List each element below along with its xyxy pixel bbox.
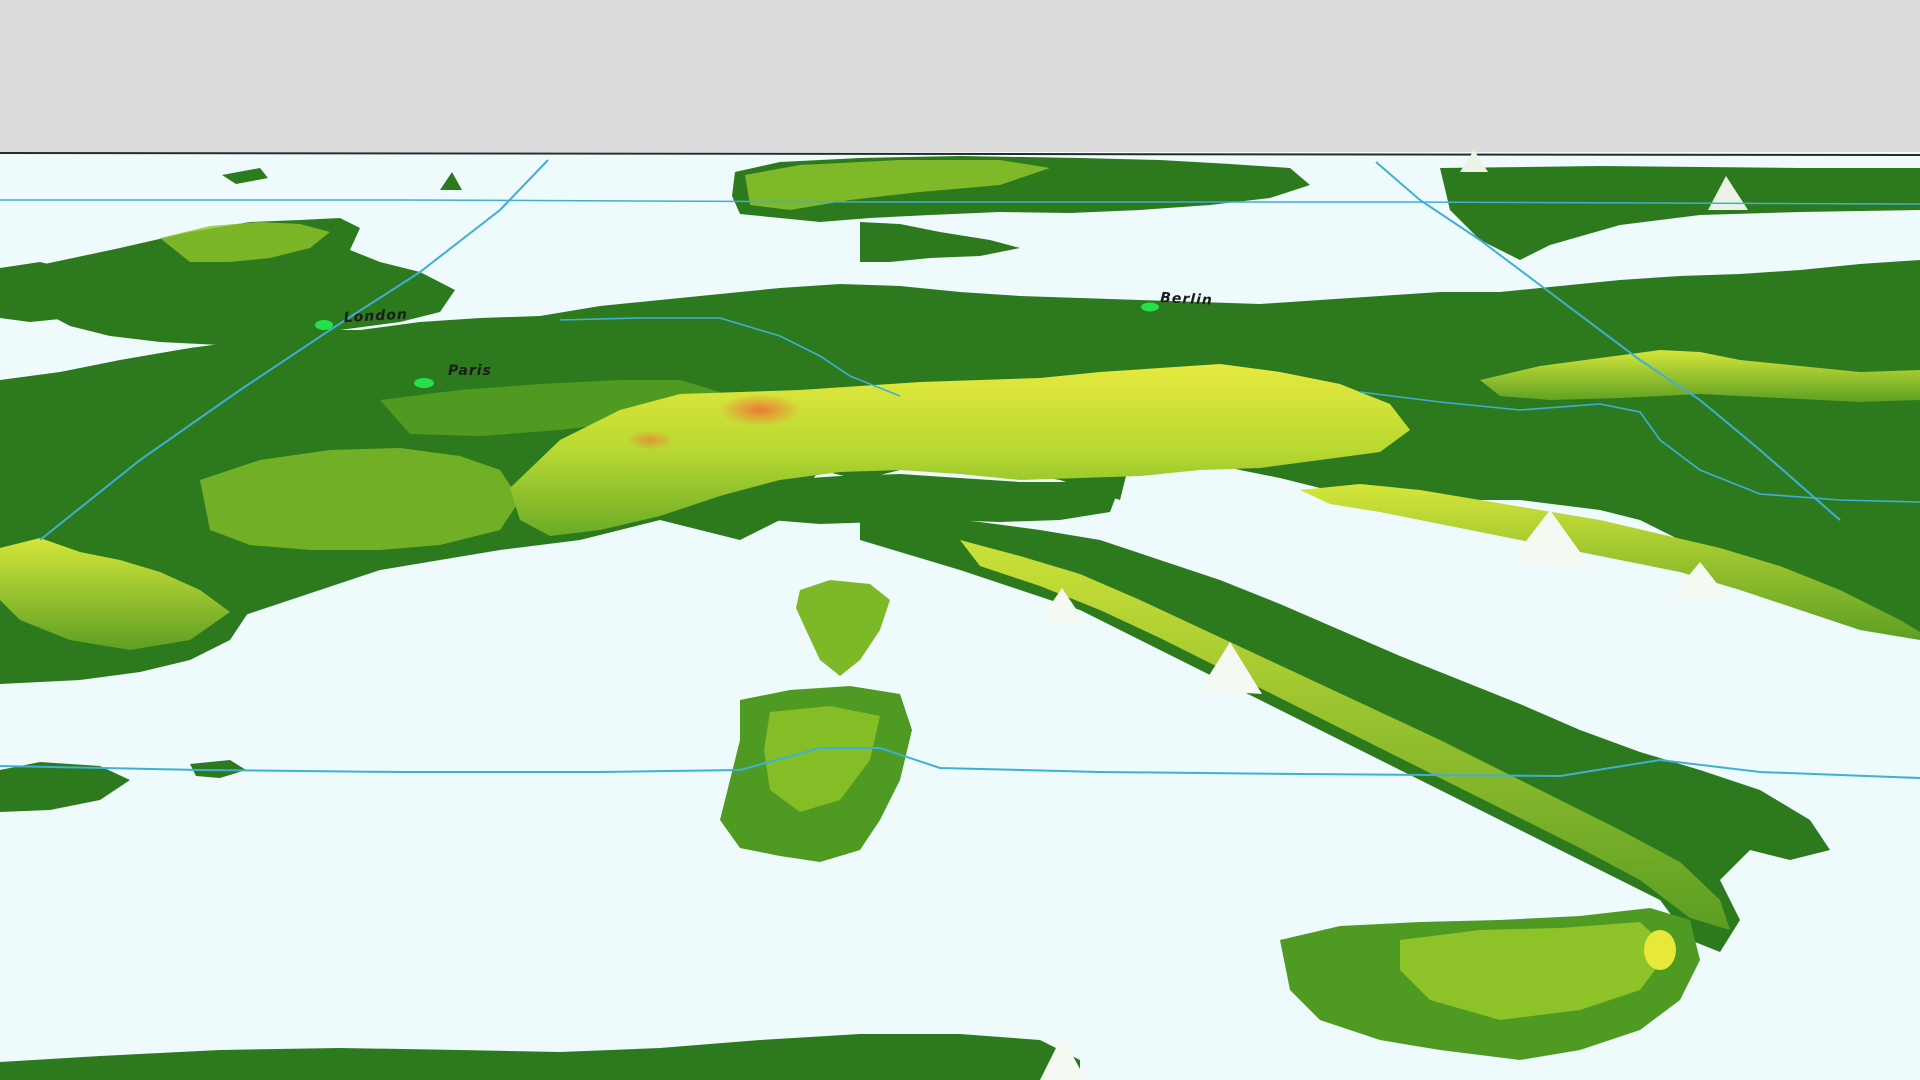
city-london-marker[interactable]	[315, 320, 333, 330]
terrain-map[interactable]: London Paris Berlin	[0, 0, 1920, 1080]
peak-mont-blanc	[718, 394, 802, 426]
city-paris-marker[interactable]	[414, 378, 434, 388]
city-berlin-marker[interactable]	[1141, 302, 1159, 312]
peak-alps-west	[626, 430, 674, 450]
city-paris-label: Paris	[448, 363, 492, 379]
city-berlin-label: Berlin	[1160, 290, 1213, 309]
peak-etna	[1644, 930, 1676, 970]
map-viewport[interactable]: London Paris Berlin	[0, 0, 1920, 1080]
city-london-label: London	[343, 307, 408, 326]
